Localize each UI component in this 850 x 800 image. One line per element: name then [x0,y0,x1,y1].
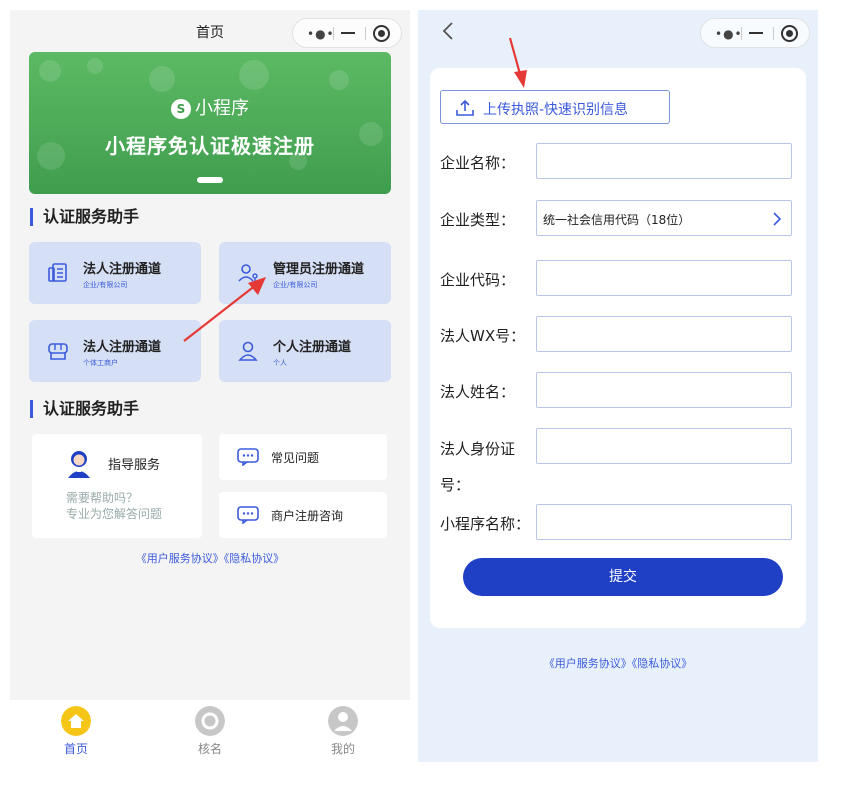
capsule-divider [741,27,742,40]
promo-banner[interactable]: S 小程序 小程序免认证极速注册 [29,52,391,194]
card-subtitle: 个体工商户 [83,359,118,367]
shop-icon [48,343,68,360]
upload-license-button[interactable]: 上传执照-快速识别信息 [440,90,670,124]
back-arrow-icon[interactable] [438,20,460,42]
field-label: 企业代码： [440,271,516,289]
tab-label: 我的 [330,742,355,756]
mini-program-name-input[interactable] [536,504,792,540]
minimize-icon[interactable] [341,32,355,34]
card-legal-enterprise[interactable]: 法人注册通道 企业/有限公司 [29,242,201,304]
field-label: 法人身份证 [440,440,516,458]
agreement-links[interactable]: 《用户服务协议》《隐私协议》 [10,550,410,566]
chat-bubble-icon [237,448,259,466]
close-target-icon[interactable] [781,25,798,42]
field-label: 号： [440,476,471,494]
mini-program-logo-icon: S [171,99,191,119]
chevron-right-icon [773,212,782,226]
capsule-divider [773,27,774,40]
capsule-divider [333,27,334,40]
faq-box[interactable]: 常见问题 [219,434,387,480]
tab-label: 首页 [63,742,88,756]
legal-id-input[interactable] [536,428,792,464]
banner-indicator[interactable] [197,177,223,183]
legal-wx-input[interactable] [536,316,792,352]
legal-name-input[interactable] [536,372,792,408]
tab-home[interactable]: 首页 [46,706,106,757]
card-legal-individual-business[interactable]: 法人注册通道 个体工商户 [29,320,201,382]
nav-bar: 首页 •●• [10,10,410,52]
submit-button[interactable]: 提交 [463,558,783,596]
profile-icon [328,706,358,736]
company-type-select[interactable]: 统一社会信用代码（18位） [536,200,792,236]
section-title: 认证服务助手 [30,208,139,226]
chat-bubble-icon [237,506,259,524]
check-name-icon [195,706,225,736]
field-label: 企业类型： [440,211,516,229]
section-title: 认证服务助手 [30,400,139,418]
card-subtitle: 企业/有限公司 [273,281,318,289]
home-icon [61,706,91,736]
company-type-value: 统一社会信用代码（18位） [543,213,691,227]
tab-bar: 首页 核名 我的 [10,700,410,762]
tab-check-name[interactable]: 核名 [180,706,240,757]
person-icon [238,341,258,361]
field-label: 企业名称： [440,154,516,172]
field-label: 法人姓名： [440,383,516,401]
help-line: 需要帮助吗？ [66,491,139,505]
field-label: 小程序名称： [440,515,531,533]
mini-program-capsule[interactable]: •●• [700,18,810,48]
close-target-icon[interactable] [373,25,390,42]
upload-label: 上传执照-快速识别信息 [483,102,629,118]
banner-logo: S 小程序 [29,94,391,120]
more-dots-icon[interactable]: •●• [307,27,335,41]
card-title: 管理员注册通道 [273,262,365,277]
admin-user-icon [238,264,258,283]
document-icon [48,263,67,282]
registration-form-screen: •●• 上传执照-快速识别信息 企业名称： 企业类型： 统一社会信用代码（18位… [418,10,818,762]
card-title: 个人注册通道 [273,340,352,355]
banner-title: 小程序免认证极速注册 [105,134,315,158]
company-name-input[interactable] [536,143,792,179]
company-code-input[interactable] [536,260,792,296]
card-admin-enterprise[interactable]: 管理员注册通道 企业/有限公司 [219,242,391,304]
guide-service-box[interactable]: 指导服务 需要帮助吗？ 专业为您解答问题 [32,434,202,538]
card-subtitle: 企业/有限公司 [83,281,128,289]
card-subtitle: 个人 [273,359,287,367]
registration-form: 上传执照-快速识别信息 企业名称： 企业类型： 统一社会信用代码（18位） 企业… [430,68,806,628]
home-screen: 首页 •●• S 小程序 小程序免认证极速注册 认证服务助手 法人注册通道 企业… [10,10,410,762]
more-dots-icon[interactable]: •●• [715,27,743,41]
card-title: 法人注册通道 [83,340,162,355]
merchant-consult-label: 商户注册咨询 [271,509,344,523]
tab-profile[interactable]: 我的 [313,706,373,757]
card-title: 法人注册通道 [83,262,162,277]
faq-label: 常见问题 [271,451,320,465]
help-line: 专业为您解答问题 [66,507,163,521]
guide-service-label: 指导服务 [108,458,161,473]
card-personal[interactable]: 个人注册通道 个人 [219,320,391,382]
help-text: 需要帮助吗？ 专业为您解答问题 [66,490,162,522]
tab-label: 核名 [197,742,222,756]
field-label: 法人WX号： [440,327,526,345]
mini-program-capsule[interactable]: •●• [292,18,402,48]
upload-icon [456,99,474,116]
merchant-consult-box[interactable]: 商户注册咨询 [219,492,387,538]
agreement-links[interactable]: 《用户服务协议》《隐私协议》 [418,655,818,671]
customer-service-icon [68,451,90,478]
minimize-icon[interactable] [749,32,763,34]
capsule-divider [365,27,366,40]
banner-logo-text: 小程序 [195,98,249,119]
